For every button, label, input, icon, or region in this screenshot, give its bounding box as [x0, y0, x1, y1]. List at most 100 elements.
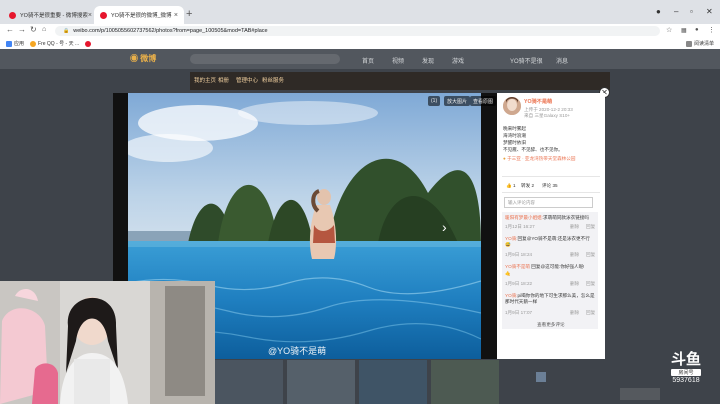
profile-tab-manage[interactable]: 管理中心 — [236, 76, 258, 84]
weibo-top-nav — [0, 49, 720, 69]
back-icon[interactable]: ← — [6, 25, 14, 34]
zoom-photo-button[interactable]: 放大图片 — [444, 96, 471, 106]
reload-icon[interactable]: ↻ — [30, 25, 37, 34]
comment-text: 回复@这可能:你好强人呢! — [531, 264, 585, 269]
avatar-image — [503, 97, 521, 115]
lock-icon: 🔒 — [63, 28, 70, 34]
apps-icon — [6, 40, 12, 47]
reply-comment-button[interactable]: 回复 — [586, 252, 595, 258]
browser-tab-photos[interactable]: YO骑不是很的微博_微博 × — [94, 6, 184, 24]
delete-comment-button[interactable]: 删除 — [570, 281, 579, 287]
tab-title: YO骑不是很重要 - 微博搜索 — [20, 13, 88, 19]
webcam-image — [0, 281, 215, 404]
more-comments-link[interactable]: 查看更多评论 — [537, 322, 565, 328]
comment-date: 1月9日 18:24 — [505, 252, 533, 257]
comment-text: 回复@YO骑不是萌:还是泳衣更不行 — [517, 236, 590, 241]
author-name[interactable]: YO骑不是萌 — [524, 99, 552, 105]
close-tab-icon[interactable]: × — [88, 12, 92, 19]
post-line-4: 不见雁、不见醉、也不见你。 — [503, 147, 563, 152]
comment-user[interactable]: YO骑: — [505, 293, 518, 298]
profile-tab-home[interactable]: 我的主页 — [194, 76, 216, 84]
comment-item: YO骑:回复@YO骑不是萌:还是泳衣更不行 — [505, 236, 590, 242]
nav-video[interactable]: 视频 — [392, 56, 404, 65]
comment-item: YO骑不是萌 回复@这可能:你好强人呢! — [505, 264, 584, 270]
emoji-icon: 🤙 — [505, 271, 511, 276]
photo-watermark: @YO骑不是萌 — [268, 346, 327, 356]
profile-icon[interactable]: ● — [656, 7, 661, 16]
extensions-icon[interactable]: ▦ — [681, 27, 687, 34]
comment-date: 1月12日 16:27 — [505, 224, 535, 229]
reply-comment-button[interactable]: 回复 — [586, 310, 595, 316]
divider — [502, 176, 600, 177]
weibo-search-input[interactable] — [190, 54, 340, 64]
comment-item: YO骑:pi喝你你的地下可生求那么美，怎么是那时代天鹅一样 — [505, 293, 597, 305]
bookmark-qq[interactable]: Fre QQ - 号 - 天 ... — [30, 40, 79, 47]
nav-messages[interactable]: 消息 — [556, 56, 568, 65]
author-avatar[interactable] — [503, 97, 521, 115]
album-thumbnail[interactable] — [215, 360, 283, 404]
comment-user[interactable]: YO骑不是萌 — [505, 264, 530, 269]
album-thumbnail[interactable] — [359, 360, 427, 404]
forward-button[interactable]: 转发 2 — [521, 183, 534, 189]
minimize-icon[interactable]: – — [674, 7, 678, 16]
bookmark-star-icon[interactable]: ☆ — [666, 26, 672, 34]
comment-text: pi喝你你的地下可生求那么美，怎么是那时代天鹅一样 — [505, 293, 595, 304]
room-label: 房间号 — [671, 369, 701, 376]
forward-icon[interactable]: → — [18, 25, 26, 34]
douyu-room-badge: 斗鱼 房间号 5937618 — [663, 352, 709, 392]
comment-text: 求萌萌同款泳衣链接吗 — [543, 215, 589, 220]
photo-count-badge: (1) — [428, 96, 441, 106]
post-line-1: 晚来时雾起 — [503, 126, 526, 131]
nav-profile[interactable]: YO骑不是很 — [510, 56, 543, 65]
scroll-top-button[interactable] — [536, 372, 546, 382]
nav-home[interactable]: 首页 — [362, 56, 374, 65]
comment-count-button[interactable]: 评论 35 — [542, 183, 558, 189]
browser-tab-search[interactable]: YO骑不是很重要 - 微博搜索 × — [3, 6, 93, 24]
album-thumbnail[interactable] — [287, 360, 355, 404]
room-number: 5937618 — [672, 377, 700, 384]
streamer-webcam — [0, 281, 215, 404]
maximize-icon[interactable]: ▫ — [690, 7, 693, 16]
page-footer-widget[interactable] — [620, 388, 660, 400]
bookmark-apps[interactable]: 应用 — [6, 40, 24, 47]
douyu-logo: 斗鱼 — [670, 351, 701, 368]
weibo-bookmark-icon — [85, 40, 92, 47]
comment-item: 暖阳有梦最小姐姐:求萌萌同款泳衣链接吗 — [505, 215, 589, 221]
reply-comment-button[interactable]: 回复 — [586, 224, 595, 230]
tab-title: YO骑不是很的微博_微博 — [111, 13, 172, 19]
nav-discover[interactable]: 发现 — [422, 56, 434, 65]
divider — [502, 192, 600, 193]
post-line-3: 梦醒时依旧 — [503, 140, 526, 145]
account-icon[interactable]: ● — [695, 27, 699, 33]
delete-comment-button[interactable]: 删除 — [570, 310, 579, 316]
comment-date: 1月9日 18:22 — [505, 281, 533, 286]
qq-icon — [30, 40, 37, 47]
weibo-logo[interactable]: ◉ 微博 — [130, 53, 166, 65]
delete-comment-button[interactable]: 删除 — [570, 224, 579, 230]
like-button[interactable]: 👍 1 — [506, 183, 516, 189]
album-thumbnail[interactable] — [431, 360, 499, 404]
menu-icon[interactable]: ⋮ — [708, 26, 715, 34]
home-icon[interactable]: ⌂ — [42, 26, 46, 33]
nav-games[interactable]: 游戏 — [452, 56, 464, 65]
comment-input[interactable]: 输入评论内容 — [504, 197, 593, 208]
profile-tab-fans[interactable]: 粉丝服务 — [262, 76, 284, 84]
post-location[interactable]: ● 于三亚 · 亚龙湾热带天堂森林公园 — [503, 156, 575, 162]
close-window-icon[interactable]: ✕ — [706, 7, 713, 16]
next-photo-icon[interactable]: › — [442, 219, 447, 235]
weibo-eye-icon: ◉ — [130, 54, 138, 63]
profile-tab-album[interactable]: 相册 — [218, 76, 229, 84]
comment-user[interactable]: YO骑: — [505, 236, 518, 241]
address-bar[interactable]: 🔒 weibo.com/p/1005055602737562/photos?fr… — [55, 26, 660, 36]
comment-user[interactable]: 暖阳有梦最小姐姐: — [505, 215, 543, 220]
delete-comment-button[interactable]: 删除 — [570, 252, 579, 258]
reply-comment-button[interactable]: 回复 — [586, 281, 595, 287]
comment-date: 1月9日 17:07 — [505, 310, 533, 315]
post-line-2: 海湾时浪潮 — [503, 133, 526, 138]
reading-list-icon — [685, 40, 692, 47]
view-original-button[interactable]: 查看原图 — [470, 96, 497, 106]
bookmark-weibo[interactable] — [85, 40, 93, 47]
close-tab-icon[interactable]: × — [174, 12, 178, 19]
new-tab-button[interactable]: + — [186, 8, 192, 20]
reading-list[interactable]: 阅读清单 — [685, 40, 714, 47]
